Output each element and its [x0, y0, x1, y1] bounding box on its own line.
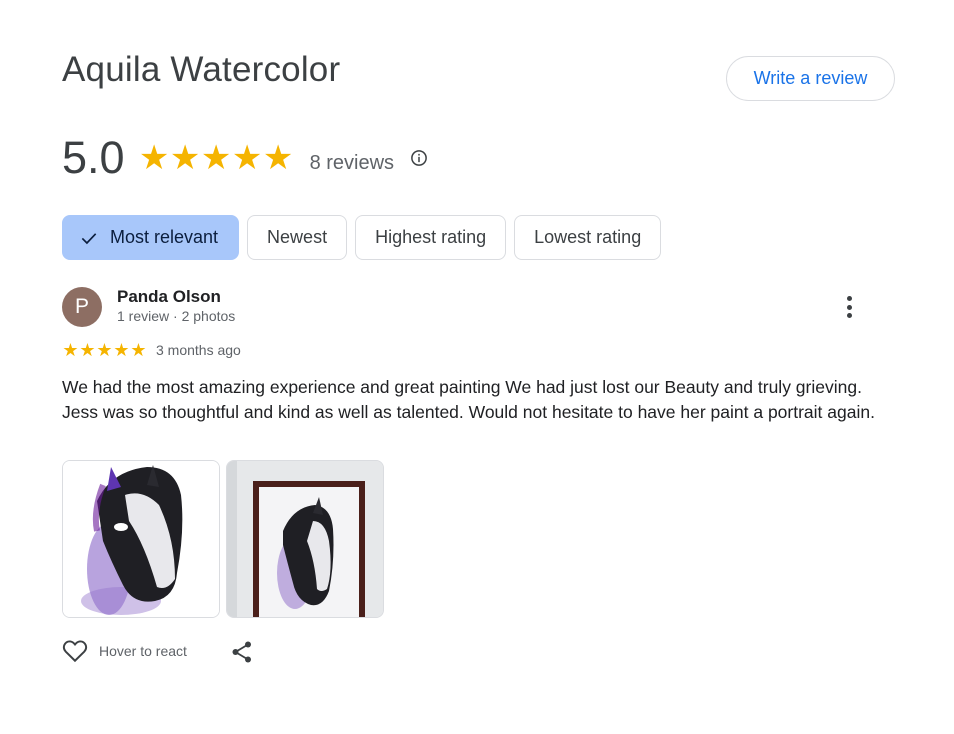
business-title: Aquila Watercolor	[62, 50, 341, 89]
check-icon	[81, 232, 97, 244]
star-icon: ★	[138, 139, 170, 177]
reviewer-meta: 1 review · 2 photos	[117, 308, 236, 324]
chip-lowest-rating[interactable]: Lowest rating	[514, 215, 662, 260]
star-icon: ★	[262, 139, 294, 177]
react-row: Hover to react	[62, 638, 187, 664]
chip-newest[interactable]: Newest	[247, 215, 348, 260]
star-icon: ★	[130, 340, 147, 360]
more-options-icon[interactable]	[838, 294, 860, 320]
rating-summary: 5.0 ★ ★ ★ ★ ★ 8 reviews	[62, 132, 428, 184]
chip-highest-rating[interactable]: Highest rating	[355, 215, 507, 260]
rating-stars: ★ ★ ★ ★ ★	[139, 141, 294, 175]
chip-most-relevant[interactable]: Most relevant	[62, 215, 240, 260]
review-rating-row: ★ ★ ★ ★ ★ 3 months ago	[62, 340, 241, 360]
star-icon: ★	[113, 340, 130, 360]
avatar[interactable]: P	[62, 287, 102, 327]
star-icon: ★	[169, 139, 201, 177]
chip-label: Lowest rating	[534, 227, 642, 247]
chip-label: Newest	[267, 227, 328, 247]
heart-icon[interactable]	[62, 639, 88, 663]
write-review-button[interactable]: Write a review	[726, 56, 895, 101]
share-icon[interactable]	[231, 640, 253, 664]
average-rating: 5.0	[62, 132, 125, 183]
review-photo-framed-painting[interactable]	[226, 460, 384, 618]
review-stars: ★ ★ ★ ★ ★	[62, 341, 147, 359]
sort-chips: Most relevant Newest Highest rating Lowe…	[62, 215, 662, 260]
chip-label: Most relevant	[110, 227, 219, 247]
star-icon: ★	[62, 340, 79, 360]
star-icon: ★	[96, 340, 113, 360]
reviewer-name[interactable]: Panda Olson	[117, 287, 221, 307]
review-photo-horse-painting[interactable]	[62, 460, 220, 618]
review-time: 3 months ago	[156, 342, 241, 358]
star-icon: ★	[79, 340, 96, 360]
star-icon: ★	[231, 139, 263, 177]
info-icon[interactable]	[410, 149, 428, 167]
review-count: 8 reviews	[309, 151, 395, 174]
chip-label: Highest rating	[375, 227, 487, 247]
star-icon: ★	[200, 139, 232, 177]
review-text: We had the most amazing experience and g…	[62, 377, 875, 422]
hover-to-react-label: Hover to react	[99, 643, 187, 659]
